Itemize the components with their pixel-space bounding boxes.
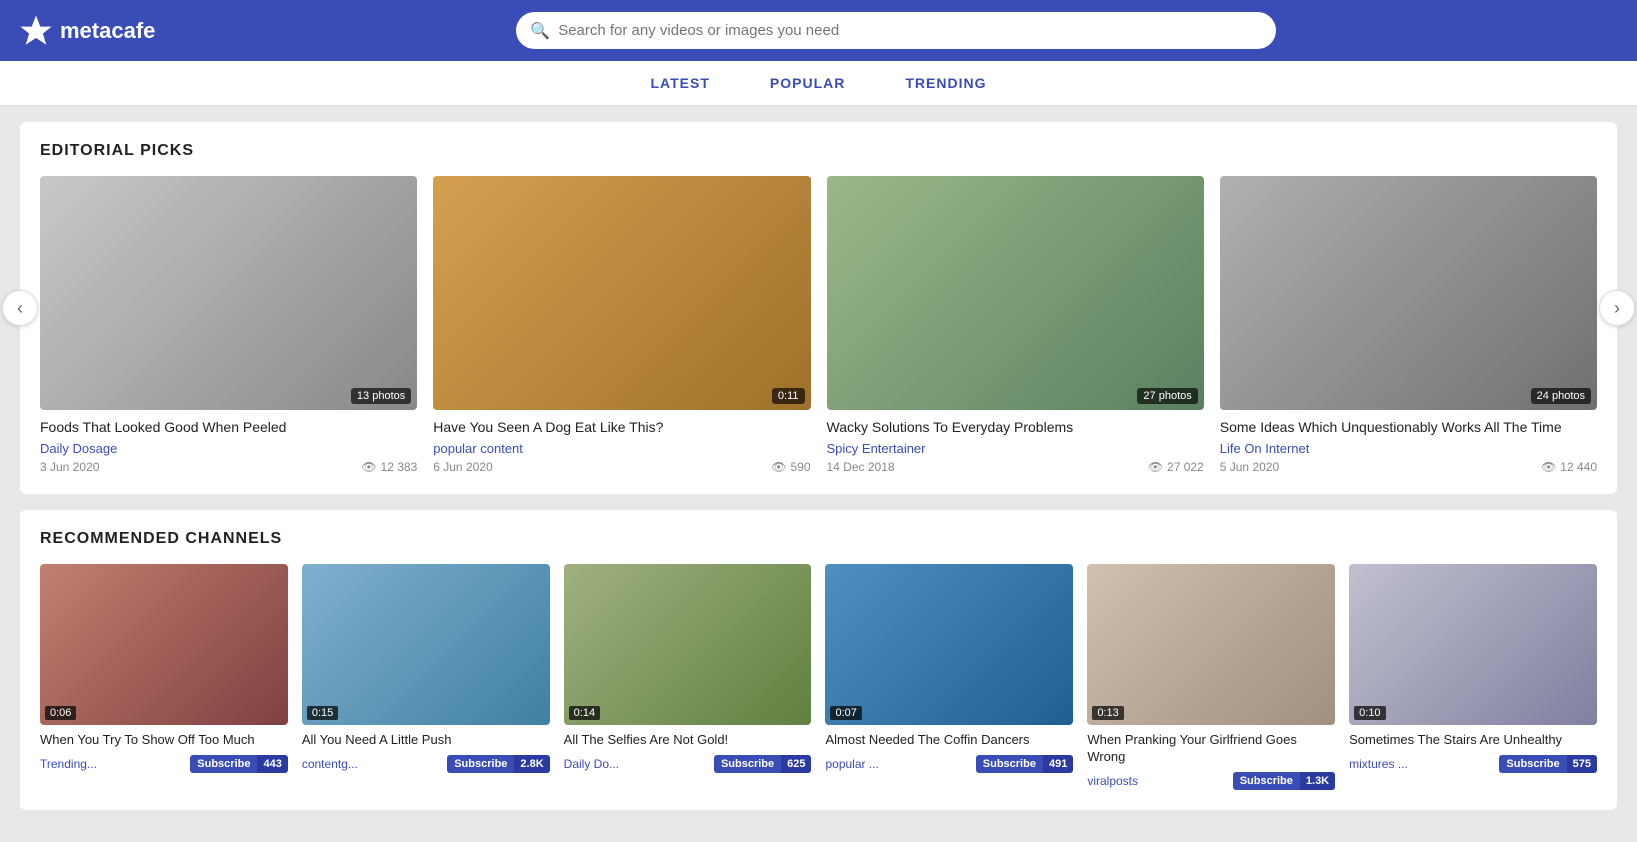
channel-thumbnail: 0:10 — [1349, 564, 1597, 725]
channel-item[interactable]: 0:06 When You Try To Show Off Too Much T… — [40, 564, 288, 790]
channel-duration: 0:15 — [307, 706, 338, 720]
channel-thumbnail: 0:07 — [825, 564, 1073, 725]
subscribe-button[interactable]: Subscribe 491 — [976, 755, 1074, 773]
carousel-arrow-left[interactable]: ‹ — [2, 290, 38, 326]
editorial-thumbnail: 13 photos — [40, 176, 417, 410]
editorial-item-views: 👁 27 022 — [1148, 460, 1204, 474]
editorial-thumbnail: 0:11 — [433, 176, 810, 410]
editorial-picks-title: EDITORIAL PICKS — [40, 142, 1597, 160]
editorial-badge: 27 photos — [1137, 388, 1197, 404]
channels-grid: 0:06 When You Try To Show Off Too Much T… — [40, 564, 1597, 790]
recommended-channels-section: RECOMMENDED CHANNELS 0:06 When You Try T… — [20, 510, 1617, 810]
channel-item[interactable]: 0:13 When Pranking Your Girlfriend Goes … — [1087, 564, 1335, 790]
channel-title: All The Selfies Are Not Gold! — [564, 732, 812, 749]
channel-duration: 0:10 — [1354, 706, 1385, 720]
editorial-thumbnail: 24 photos — [1220, 176, 1597, 410]
search-icon: 🔍 — [530, 21, 550, 41]
channel-title: Almost Needed The Coffin Dancers — [825, 732, 1073, 749]
editorial-item-title: Have You Seen A Dog Eat Like This? — [433, 418, 810, 436]
editorial-item-date: 6 Jun 2020 — [433, 460, 492, 474]
editorial-item-views: 👁 590 — [771, 460, 810, 474]
editorial-item-views: 👁 12 440 — [1541, 460, 1597, 474]
editorial-item-date: 14 Dec 2018 — [827, 460, 895, 474]
subscribe-button[interactable]: Subscribe 625 — [714, 755, 812, 773]
eye-icon: 👁 — [771, 460, 786, 474]
search-bar: 🔍 — [516, 12, 1276, 49]
editorial-item[interactable]: 13 photos Foods That Looked Good When Pe… — [40, 176, 417, 474]
subscribe-button[interactable]: Subscribe 443 — [190, 755, 288, 773]
channel-name[interactable]: viralposts — [1087, 774, 1138, 788]
channel-footer: mixtures ... Subscribe 575 — [1349, 755, 1597, 773]
editorial-badge: 13 photos — [351, 388, 411, 404]
editorial-grid: 13 photos Foods That Looked Good When Pe… — [40, 176, 1597, 474]
eye-icon: 👁 — [1541, 460, 1556, 474]
channel-duration: 0:14 — [569, 706, 600, 720]
channel-duration: 0:13 — [1092, 706, 1123, 720]
editorial-thumbnail: 27 photos — [827, 176, 1204, 410]
recommended-channels-title: RECOMMENDED CHANNELS — [40, 530, 1597, 548]
channel-thumbnail: 0:14 — [564, 564, 812, 725]
editorial-item[interactable]: 27 photos Wacky Solutions To Everyday Pr… — [827, 176, 1204, 474]
logo-star-icon — [20, 15, 52, 47]
eye-icon: 👁 — [361, 460, 376, 474]
channel-footer: Daily Do... Subscribe 625 — [564, 755, 812, 773]
main-nav: LATEST POPULAR TRENDING — [0, 61, 1637, 106]
logo[interactable]: metacafe — [20, 15, 155, 47]
editorial-item-meta: 5 Jun 2020 👁 12 440 — [1220, 460, 1597, 474]
channel-name[interactable]: Trending... — [40, 757, 97, 771]
channel-footer: contentg... Subscribe 2.8K — [302, 755, 550, 773]
editorial-item-meta: 14 Dec 2018 👁 27 022 — [827, 460, 1204, 474]
editorial-badge: 24 photos — [1531, 388, 1591, 404]
editorial-item-title: Foods That Looked Good When Peeled — [40, 418, 417, 436]
nav-trending[interactable]: TRENDING — [905, 75, 986, 91]
channel-title: When You Try To Show Off Too Much — [40, 732, 288, 749]
editorial-badge: 0:11 — [772, 388, 805, 404]
channel-title: When Pranking Your Girlfriend Goes Wrong — [1087, 732, 1335, 766]
channel-item[interactable]: 0:10 Sometimes The Stairs Are Unhealthy … — [1349, 564, 1597, 790]
editorial-item-views: 👁 12 383 — [361, 460, 417, 474]
carousel-arrow-right[interactable]: › — [1599, 290, 1635, 326]
editorial-item-meta: 6 Jun 2020 👁 590 — [433, 460, 810, 474]
channel-duration: 0:06 — [45, 706, 76, 720]
subscribe-button[interactable]: Subscribe 575 — [1499, 755, 1597, 773]
nav-latest[interactable]: LATEST — [651, 75, 710, 91]
editorial-item-channel[interactable]: Life On Internet — [1220, 441, 1597, 456]
editorial-picks-section: EDITORIAL PICKS ‹ 13 photos Foods That L… — [20, 122, 1617, 494]
editorial-item-date: 3 Jun 2020 — [40, 460, 99, 474]
channel-footer: popular ... Subscribe 491 — [825, 755, 1073, 773]
channel-item[interactable]: 0:07 Almost Needed The Coffin Dancers po… — [825, 564, 1073, 790]
channel-footer: viralposts Subscribe 1.3K — [1087, 772, 1335, 790]
editorial-item-channel[interactable]: Spicy Entertainer — [827, 441, 1204, 456]
editorial-item[interactable]: 24 photos Some Ideas Which Unquestionabl… — [1220, 176, 1597, 474]
channel-title: Sometimes The Stairs Are Unhealthy — [1349, 732, 1597, 749]
search-input[interactable] — [516, 12, 1276, 49]
editorial-item-title: Wacky Solutions To Everyday Problems — [827, 418, 1204, 436]
channel-name[interactable]: Daily Do... — [564, 757, 619, 771]
editorial-item-title: Some Ideas Which Unquestionably Works Al… — [1220, 418, 1597, 436]
editorial-item-channel[interactable]: popular content — [433, 441, 810, 456]
nav-popular[interactable]: POPULAR — [770, 75, 845, 91]
subscribe-button[interactable]: Subscribe 2.8K — [447, 755, 549, 773]
channel-footer: Trending... Subscribe 443 — [40, 755, 288, 773]
channel-thumbnail: 0:06 — [40, 564, 288, 725]
logo-text: metacafe — [60, 18, 155, 44]
channel-thumbnail: 0:15 — [302, 564, 550, 725]
editorial-item-channel[interactable]: Daily Dosage — [40, 441, 417, 456]
main-content: EDITORIAL PICKS ‹ 13 photos Foods That L… — [0, 106, 1637, 842]
channel-item[interactable]: 0:15 All You Need A Little Push contentg… — [302, 564, 550, 790]
channel-name[interactable]: mixtures ... — [1349, 757, 1408, 771]
channel-name[interactable]: popular ... — [825, 757, 878, 771]
editorial-item-meta: 3 Jun 2020 👁 12 383 — [40, 460, 417, 474]
channel-name[interactable]: contentg... — [302, 757, 358, 771]
channel-duration: 0:07 — [830, 706, 861, 720]
channel-title: All You Need A Little Push — [302, 732, 550, 749]
editorial-item-date: 5 Jun 2020 — [1220, 460, 1279, 474]
editorial-item[interactable]: 0:11 Have You Seen A Dog Eat Like This? … — [433, 176, 810, 474]
subscribe-button[interactable]: Subscribe 1.3K — [1233, 772, 1335, 790]
header: metacafe 🔍 — [0, 0, 1637, 61]
eye-icon: 👁 — [1148, 460, 1163, 474]
channel-thumbnail: 0:13 — [1087, 564, 1335, 725]
channel-item[interactable]: 0:14 All The Selfies Are Not Gold! Daily… — [564, 564, 812, 790]
